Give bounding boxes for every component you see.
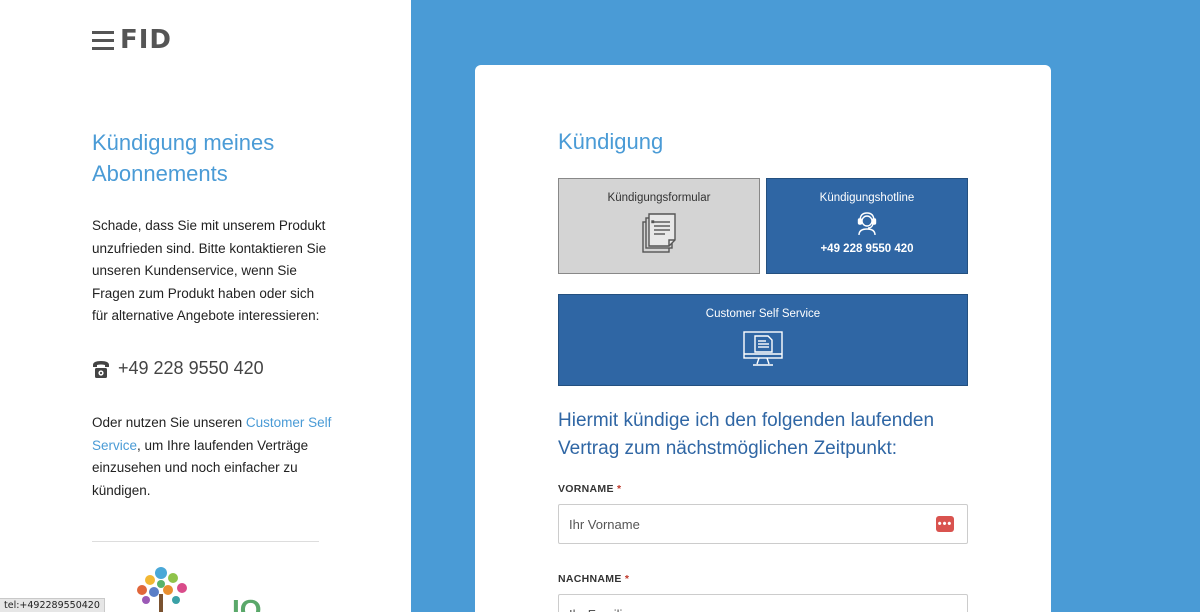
option-hotline-label: Kündigungshotline <box>819 192 915 204</box>
card-title: Kündigung <box>558 129 664 154</box>
form-heading: Hiermit kündige ich den folgenden laufen… <box>558 410 935 459</box>
left-alt-text: Oder nutzen Sie unseren Customer Self Se… <box>92 412 332 502</box>
left-phone-number: +49 228 9550 420 <box>118 358 264 378</box>
lastname-label-text: NACHNAME <box>558 573 622 585</box>
lastname-input[interactable] <box>558 594 968 612</box>
telephone-icon <box>92 359 110 379</box>
left-phone[interactable]: +49 228 9550 420 <box>92 358 264 379</box>
option-cancellation-hotline[interactable]: Kündigungshotline +49 228 9550 420 <box>766 178 968 274</box>
right-panel: Kündigung Kündigungsformular Kündigungsh <box>411 0 1200 612</box>
documents-icon <box>637 210 681 259</box>
headset-icon <box>855 210 879 239</box>
left-title: Kündigung meines Abonnements <box>92 130 275 186</box>
alt-text-before: Oder nutzen Sie unseren <box>92 415 246 430</box>
required-mark: * <box>624 573 630 585</box>
firstname-label-text: VORNAME <box>558 483 614 495</box>
logo-text: FID <box>120 25 173 55</box>
monitor-document-icon <box>741 326 785 373</box>
option-form-label: Kündigungsformular <box>607 192 711 204</box>
firstname-input[interactable] <box>558 504 968 544</box>
password-manager-icon[interactable]: ••• <box>936 516 954 532</box>
browser-status-bar: tel:+492289550420 <box>0 598 105 612</box>
firstname-label: VORNAME * <box>558 483 621 495</box>
divider <box>92 541 319 542</box>
partner-mark: IO <box>232 594 262 612</box>
cancellation-card: Kündigung Kündigungsformular Kündigungsh <box>475 65 1051 612</box>
fid-logo[interactable]: FID <box>92 27 172 53</box>
option-customer-self-service[interactable]: Customer Self Service <box>558 294 968 386</box>
tree-logo-icon <box>128 560 198 612</box>
logo-bars-icon <box>92 30 114 50</box>
left-intro-text: Schade, dass Sie mit unserem Produkt unz… <box>92 218 327 323</box>
left-panel: FID Kündigung meines Abonnements Schade,… <box>0 0 411 612</box>
option-self-service-label: Customer Self Service <box>705 308 821 320</box>
option-cancellation-form[interactable]: Kündigungsformular <box>558 178 760 274</box>
required-mark: * <box>617 483 622 495</box>
lastname-label: NACHNAME * <box>558 573 629 585</box>
hotline-phone-number: +49 228 9550 420 <box>820 243 914 255</box>
